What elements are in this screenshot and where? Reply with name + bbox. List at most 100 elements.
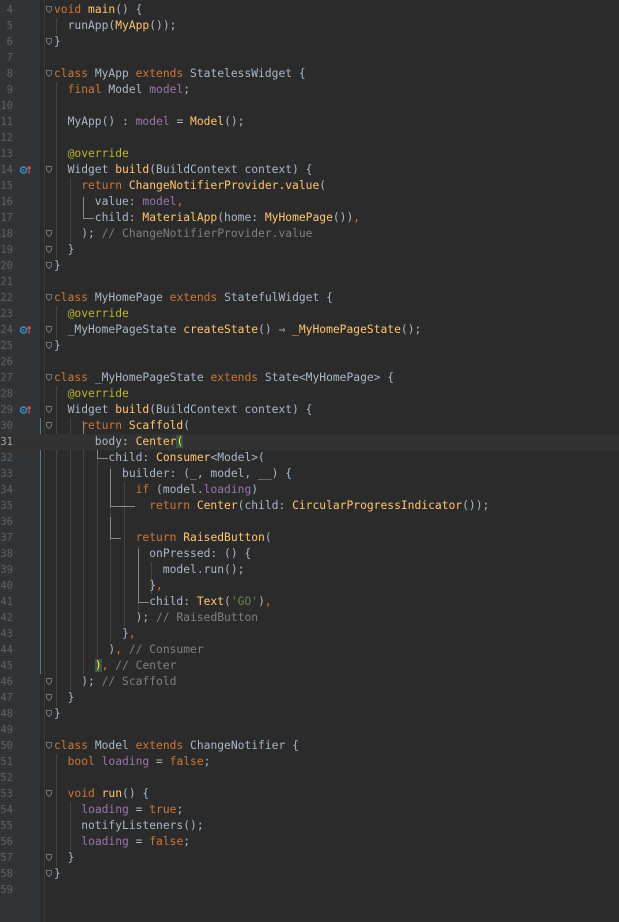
code-line[interactable]: 53 void run() { [0,786,619,802]
line-number[interactable]: 45 [0,658,13,674]
fold-marker-icon[interactable] [46,678,52,685]
code-line[interactable]: 54 loading = true; [0,802,619,818]
line-number[interactable]: 14 [0,162,13,178]
fold-marker-icon[interactable] [46,374,52,381]
code-line[interactable]: 24 _MyHomePageState createState() ⇒ _MyH… [0,322,619,338]
code-line[interactable]: 45 ), // Center [0,658,619,674]
line-number[interactable]: 40 [0,578,13,594]
code-line[interactable]: 4 void main() { [0,2,619,18]
line-number[interactable]: 52 [0,770,13,786]
code-line[interactable]: 44 ), // Consumer [0,642,619,658]
code-line[interactable]: 11 MyApp() : model = Model(); [0,114,619,130]
line-number[interactable]: 35 [0,498,13,514]
fold-marker-icon[interactable] [46,326,52,333]
fold-marker-icon[interactable] [46,406,52,413]
fold-marker-icon[interactable] [46,710,52,717]
line-number[interactable]: 56 [0,834,13,850]
fold-marker-icon[interactable] [46,6,52,13]
fold-marker-icon[interactable] [46,294,52,301]
code-line[interactable]: 33 builder: (_, model, __) { [0,466,619,482]
fold-marker-icon[interactable] [46,246,52,253]
line-number[interactable]: 55 [0,818,13,834]
line-number[interactable]: 25 [0,338,13,354]
line-number[interactable]: 16 [0,194,13,210]
code-line[interactable]: 16 value: model, [0,194,619,210]
line-number[interactable]: 36 [0,514,13,530]
line-number[interactable]: 54 [0,802,13,818]
code-line[interactable]: 30 return Scaffold( [0,418,619,434]
code-line[interactable]: 58} [0,866,619,882]
fold-marker-icon[interactable] [46,790,52,797]
code-line[interactable]: 18 ); // ChangeNotifierProvider.value [0,226,619,242]
line-number[interactable]: 37 [0,530,13,546]
code-line[interactable]: 38 onPressed: () { [0,546,619,562]
line-number[interactable]: 44 [0,642,13,658]
line-number[interactable]: 7 [0,50,13,66]
code-line[interactable]: 25} [0,338,619,354]
line-number[interactable]: 21 [0,274,13,290]
line-number[interactable]: 59 [0,882,13,898]
code-line[interactable]: 42 ); // RaisedButton [0,610,619,626]
line-number[interactable]: 49 [0,722,13,738]
code-line[interactable]: 37 return RaisedButton( [0,530,619,546]
line-number[interactable]: 11 [0,114,13,130]
line-number[interactable]: 50 [0,738,13,754]
line-number[interactable]: 5 [0,18,13,34]
fold-marker-icon[interactable] [46,38,52,45]
line-number[interactable]: 57 [0,850,13,866]
code-editor[interactable]: 4 void main() {5 runApp(MyApp()); 6} 7 8 clas… [0,0,619,922]
fold-marker-icon[interactable] [46,742,52,749]
code-line[interactable]: 41 child: Text('GO'), [0,594,619,610]
code-line[interactable]: 31 body: Center( [0,434,619,450]
override-method-icon[interactable] [20,405,31,415]
line-number[interactable]: 43 [0,626,13,642]
line-number[interactable]: 39 [0,562,13,578]
line-number[interactable]: 4 [0,2,13,18]
code-line[interactable]: 23 @override [0,306,619,322]
fold-marker-icon[interactable] [46,870,52,877]
line-number[interactable]: 13 [0,146,13,162]
line-number[interactable]: 28 [0,386,13,402]
code-line[interactable]: 36 [0,514,619,530]
code-line[interactable]: 51 bool loading = false; [0,754,619,770]
fold-marker-icon[interactable] [46,70,52,77]
code-line[interactable]: 47 } [0,690,619,706]
line-number[interactable]: 26 [0,354,13,370]
code-line[interactable]: 50 class Model extends ChangeNotifier { [0,738,619,754]
line-number[interactable]: 27 [0,370,13,386]
code-area[interactable]: 4 void main() {5 runApp(MyApp()); 6} 7 8 clas… [0,0,619,922]
code-line[interactable]: 12 [0,130,619,146]
code-line[interactable]: 52 [0,770,619,786]
line-number[interactable]: 18 [0,226,13,242]
fold-marker-icon[interactable] [46,422,52,429]
code-line[interactable]: 6} [0,34,619,50]
fold-marker-icon[interactable] [46,230,52,237]
line-number[interactable]: 19 [0,242,13,258]
line-number[interactable]: 23 [0,306,13,322]
line-number[interactable]: 20 [0,258,13,274]
line-number[interactable]: 29 [0,402,13,418]
code-line[interactable]: 21 [0,274,619,290]
line-number[interactable]: 53 [0,786,13,802]
line-number[interactable]: 9 [0,82,13,98]
code-line[interactable]: 17 child: MaterialApp(home: MyHomePage()… [0,210,619,226]
code-line[interactable]: 9 final Model model; [0,82,619,98]
line-number[interactable]: 12 [0,130,13,146]
line-number[interactable]: 24 [0,322,13,338]
code-line[interactable]: 13 @override [0,146,619,162]
code-line[interactable]: 34 if (model.loading) [0,482,619,498]
code-line[interactable]: 49 [0,722,619,738]
line-number[interactable]: 30 [0,418,13,434]
line-number[interactable]: 17 [0,210,13,226]
code-line[interactable]: 7 [0,50,619,66]
code-line[interactable]: 39 model.run(); [0,562,619,578]
code-line[interactable]: 43 }, [0,626,619,642]
line-number[interactable]: 10 [0,98,13,114]
code-line[interactable]: 26 [0,354,619,370]
line-number[interactable]: 6 [0,34,13,50]
line-number[interactable]: 8 [0,66,13,82]
code-line[interactable]: 5 runApp(MyApp()); [0,18,619,34]
code-line[interactable]: 48} [0,706,619,722]
line-number[interactable]: 58 [0,866,13,882]
line-number[interactable]: 31 [0,434,13,450]
